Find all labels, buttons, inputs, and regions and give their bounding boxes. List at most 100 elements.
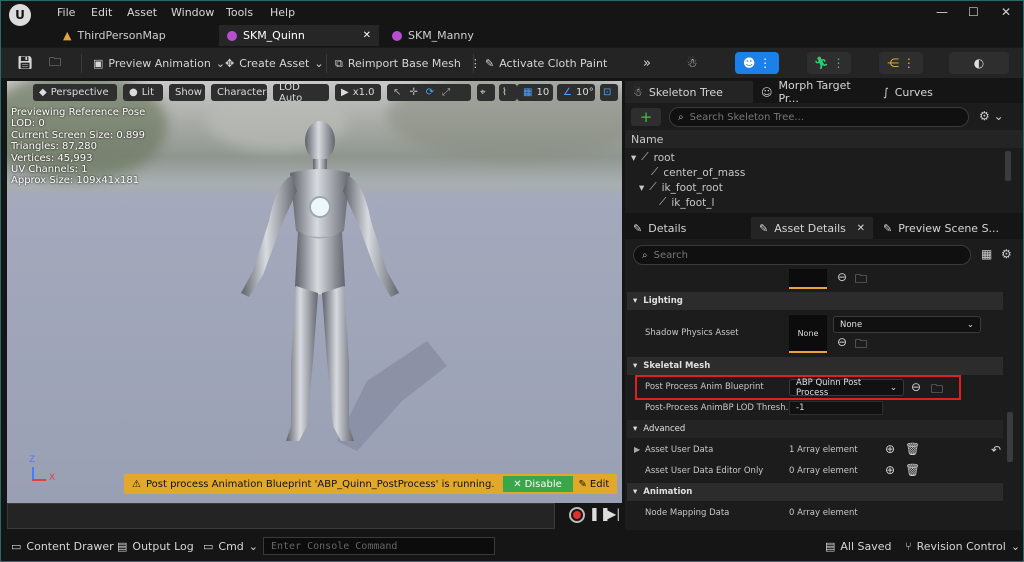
tab-details[interactable]: ✎ Details [625,217,749,239]
all-saved-button[interactable]: ▤ All Saved [825,540,892,553]
trash-icon[interactable]: 🗑︎ [905,463,920,477]
settings-gear-icon[interactable]: ⚙ ⌄ [979,109,1004,123]
close-icon[interactable]: ✕ [1001,5,1011,19]
tree-header: Name [625,130,1023,148]
tab-skm-quinn[interactable]: SKM_Quinn ✕ [219,25,379,46]
dropdown-value: None [840,319,863,330]
unreal-logo-icon[interactable]: U [9,4,31,26]
browse-icon[interactable]: ⊖ [837,335,847,349]
reimport-base-mesh-button[interactable]: ⧉ Reimport Base Mesh ⋮ [335,53,481,74]
toolbar-divider [473,54,474,73]
menu-bar: U File Edit Asset Window Tools Help — ☐ … [1,1,1023,26]
asset-thumbnail[interactable] [789,269,827,289]
disable-button[interactable]: ✕ Disable [502,476,573,492]
animation-mode-button[interactable]: 🏃︎ ⋮ [807,52,851,74]
record-button[interactable] [569,507,585,523]
bone-row-root[interactable]: ▾ ⟋ root [631,150,675,165]
tab-skeleton-tree[interactable]: ☃ Skeleton Tree [625,81,753,103]
console-input[interactable]: Enter Console Command [263,537,495,555]
details-scrollbar[interactable] [1007,412,1013,462]
browse-icon[interactable]: ⊖ [837,270,847,284]
bone-label: root [653,151,675,164]
menu-edit[interactable]: Edit [91,6,112,19]
more-options-icon[interactable]: ⋮ [470,57,481,70]
tab-asset-details[interactable]: ✎ Asset Details ✕ [751,217,873,239]
next-frame-icon[interactable]: ▶| [607,507,623,523]
bone-row-ik-foot-root[interactable]: ▾ ⟋ ik_foot_root [639,180,723,195]
menu-help[interactable]: Help [270,6,295,19]
expand-arrow-icon[interactable]: ▾ [639,182,644,194]
tab-morph-target[interactable]: ☺ Morph Target Pr... [753,79,875,105]
preview-viewport[interactable]: ◆ Perspective ● Lit Show Character LOD Aut… [7,81,622,503]
add-bone-button[interactable]: + [631,108,661,126]
preview-animation-label: Preview Animation [108,57,211,70]
character-mesh[interactable] [7,81,622,503]
folder-icon[interactable]: 🗀 [855,335,867,356]
settings-gear-icon[interactable]: ⚙ [1001,247,1012,261]
expand-toolbar-icon[interactable]: » [643,53,651,74]
save-icon[interactable]: 💾︎ [17,53,34,74]
physics-mode-button[interactable]: ◐ [949,52,1009,74]
minimize-icon[interactable]: — [936,5,948,19]
reset-arrow-icon[interactable]: ↶ [991,443,1001,457]
create-asset-icon: ✥ [225,57,235,70]
close-tab-icon[interactable]: ✕ [363,30,371,41]
category-advanced[interactable]: ▾ Advanced [627,420,1003,438]
tree-scrollbar[interactable] [1005,151,1011,181]
tab-preview-scene[interactable]: ✎ Preview Scene S... [875,217,1023,239]
search-placeholder: Search Skeleton Tree... [689,111,804,123]
trash-icon[interactable]: 🗑︎ [905,442,920,456]
skeleton-search-input[interactable]: ⌕ Search Skeleton Tree... [669,107,969,127]
create-asset-button[interactable]: ✥ Create Asset ⌄ [225,53,324,74]
shadow-physics-dropdown[interactable]: None ⌄ [833,316,981,333]
tab-thirdpersonmap[interactable]: ▲ ThirdPersonMap [55,25,215,46]
output-log-button[interactable]: ▤ Output Log [117,540,194,553]
details-search-input[interactable]: ⌕ Search [633,245,971,265]
revision-control-button[interactable]: ⑂ Revision Control ⌄ [905,540,1020,553]
bone-row-center-of-mass[interactable]: ⟋ center_of_mass [651,165,745,180]
tab-curves[interactable]: ∫ Curves [875,81,975,103]
category-animation[interactable]: ▾ Animation [627,483,1003,501]
expand-arrow-icon[interactable]: ▶ [634,445,640,454]
browse-asset-icon[interactable]: 🗀 [49,53,61,74]
post-process-anim-dropdown[interactable]: ABP Quinn Post Process ⌄ [789,378,904,398]
menu-tools[interactable]: Tools [226,6,253,19]
activate-cloth-paint-button[interactable]: ✎ Activate Cloth Paint [485,53,607,74]
mesh-mode-button[interactable]: ☻ ⋮ [735,52,779,74]
timeline-bar[interactable] [7,503,555,529]
asset-user-data-editor-value: 0 Array element [789,466,858,476]
document-tabs: ▲ ThirdPersonMap SKM_Quinn ✕ SKM_Manny [1,25,1023,46]
pause-icon[interactable]: ❚❚ [589,507,611,523]
content-drawer-button[interactable]: ▭ Content Drawer [11,540,114,553]
physics-icon: ◐ [973,56,985,70]
curve-icon: ∫ [883,85,889,99]
browse-icon[interactable]: ⊖ [911,380,921,394]
menu-window[interactable]: Window [171,6,214,19]
skeleton-mode-button[interactable]: ☃ [677,52,707,74]
category-skeletal-mesh[interactable]: ▾ Skeletal Mesh [627,357,1003,375]
blueprint-mode-button[interactable]: ⋲ ⋮ [879,52,923,74]
maximize-icon[interactable]: ☐ [968,5,979,19]
post-process-lod-input[interactable]: -1 [789,401,883,415]
shadow-physics-label: Shadow Physics Asset [645,328,739,338]
table-view-icon[interactable]: ▦ [981,247,992,261]
expand-arrow-icon[interactable]: ▾ [631,152,636,164]
folder-icon[interactable]: 🗀 [931,380,943,401]
menu-file[interactable]: File [57,6,75,19]
edit-button[interactable]: ✎ Edit [579,479,610,490]
preview-animation-button[interactable]: ▣ Preview Animation ⌄ [93,53,225,74]
folder-icon[interactable]: 🗀 [855,270,867,291]
cmd-button[interactable]: ▭ Cmd ⌄ [203,540,258,553]
menu-asset[interactable]: Asset [127,6,157,19]
bone-icon: ⟋ [659,196,667,208]
tab-label: Asset Details [774,221,846,235]
close-tab-icon[interactable]: ✕ [857,223,865,234]
category-lighting[interactable]: ▾ Lighting [627,292,1003,310]
shadow-physics-thumbnail[interactable]: None [789,315,827,353]
output-log-label: Output Log [132,540,194,553]
bone-row-ik-foot-l[interactable]: ⟋ ik_foot_l [659,195,714,210]
tab-skm-manny[interactable]: SKM_Manny [384,25,544,46]
asset-user-data-label: Asset User Data [645,445,714,455]
add-element-icon[interactable]: ⊕ [885,442,895,456]
add-element-icon[interactable]: ⊕ [885,463,895,477]
